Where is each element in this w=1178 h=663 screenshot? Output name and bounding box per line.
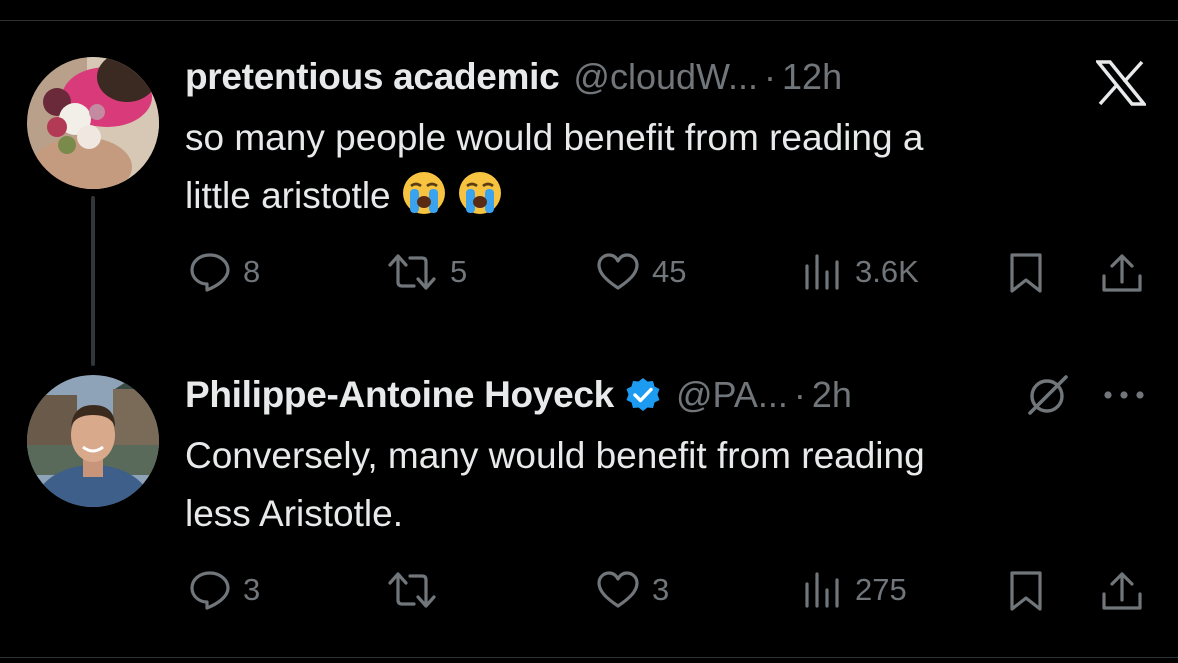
tweet-text: Conversely, many would benefit from read… (185, 427, 1145, 543)
views-button[interactable]: 3.6K (803, 252, 919, 292)
like-count: 3 (652, 572, 670, 607)
author-name[interactable]: Philippe-Antoine Hoyeck (185, 374, 614, 416)
loudly-crying-face-icon (457, 170, 503, 233)
share-button[interactable] (1100, 570, 1144, 612)
grok-icon[interactable] (1024, 373, 1070, 424)
views-button[interactable]: 275 (803, 570, 907, 610)
tweet-header: Philippe-Antoine Hoyeck @PA... · 2h (185, 370, 852, 420)
tweet-text-line: little aristotle (185, 175, 391, 216)
bookmark-icon (1006, 570, 1046, 612)
x-logo-icon (1094, 60, 1148, 111)
reply-button[interactable]: 3 (189, 570, 260, 610)
loudly-crying-face-icon (401, 170, 447, 233)
views-icon (803, 252, 843, 292)
tweet-text: so many people would benefit from readin… (185, 109, 1145, 233)
verified-badge-icon[interactable] (624, 376, 662, 414)
avatar[interactable] (27, 57, 159, 189)
more-options-icon[interactable] (1102, 383, 1146, 412)
author-handle[interactable]: @cloudW... (573, 56, 758, 98)
bookmark-button[interactable] (1006, 252, 1046, 294)
tweet-text-line: so many people would benefit from readin… (185, 117, 924, 158)
separator-dot: · (793, 374, 806, 415)
avatar[interactable] (27, 375, 159, 507)
bookmark-icon (1006, 252, 1046, 294)
like-button[interactable]: 3 (596, 570, 669, 610)
view-count: 3.6K (855, 254, 919, 289)
timestamp[interactable]: 12h (782, 56, 842, 98)
repost-icon (386, 570, 438, 610)
views-icon (803, 570, 843, 610)
reply-icon (189, 570, 231, 610)
separator-dot: · (764, 56, 777, 97)
reply-count: 8 (243, 254, 261, 289)
repost-count: 5 (450, 254, 468, 289)
thread-connector (91, 196, 95, 366)
heart-icon (596, 252, 640, 292)
repost-icon (386, 252, 438, 292)
top-divider (0, 20, 1178, 21)
bookmark-button[interactable] (1006, 570, 1046, 612)
like-count: 45 (652, 254, 687, 289)
bottom-divider (0, 657, 1178, 658)
view-count: 275 (855, 572, 907, 607)
reply-icon (189, 252, 231, 292)
share-icon (1100, 252, 1144, 294)
tweet-header: pretentious academic @cloudW... · 12h (185, 52, 842, 102)
author-name[interactable]: pretentious academic (185, 56, 560, 98)
repost-button[interactable] (386, 570, 450, 610)
like-button[interactable]: 45 (596, 252, 686, 292)
timestamp[interactable]: 2h (812, 374, 852, 416)
reply-count: 3 (243, 572, 261, 607)
share-button[interactable] (1100, 252, 1144, 294)
heart-icon (596, 570, 640, 610)
author-handle[interactable]: @PA... (676, 374, 788, 416)
reply-button[interactable]: 8 (189, 252, 260, 292)
share-icon (1100, 570, 1144, 612)
tweet-text-line: less Aristotle. (185, 493, 403, 534)
repost-button[interactable]: 5 (386, 252, 467, 292)
tweet-text-line: Conversely, many would benefit from read… (185, 435, 925, 476)
